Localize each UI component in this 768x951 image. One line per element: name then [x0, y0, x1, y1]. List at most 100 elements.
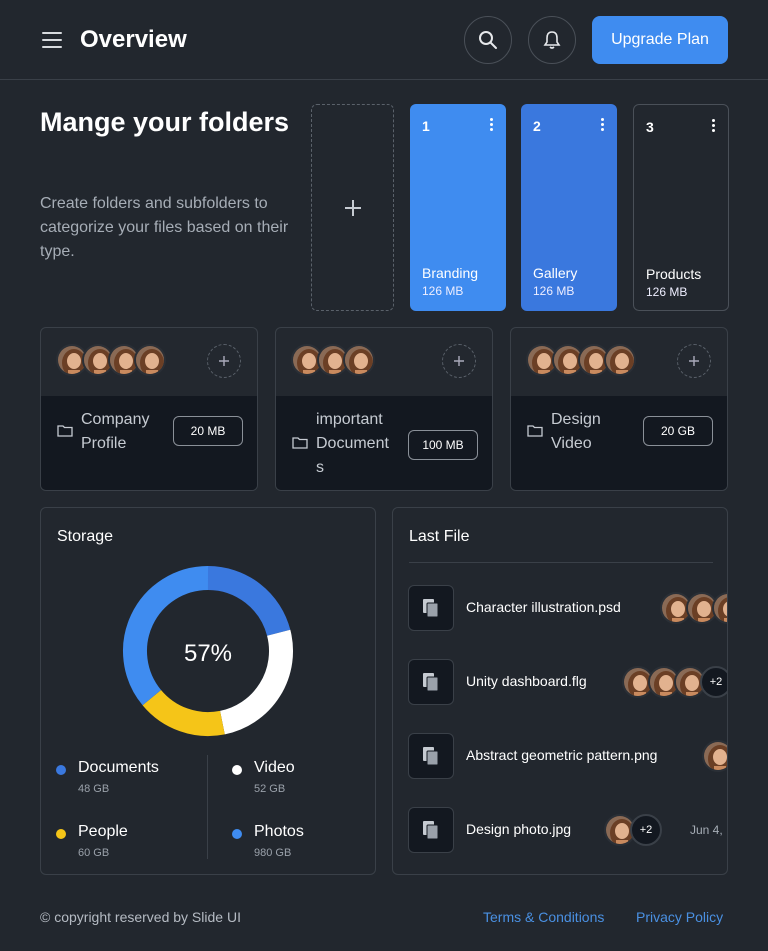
member-avatars	[526, 344, 636, 376]
folder-icon	[292, 437, 308, 449]
file-avatars: +2	[604, 814, 662, 846]
file-row[interactable]: Abstract geometric pattern.png	[408, 733, 727, 779]
group-name: Design Video	[551, 411, 601, 452]
file-row[interactable]: Character illustration.psd	[408, 585, 727, 631]
upgrade-plan-button[interactable]: Upgrade Plan	[592, 16, 728, 64]
legend-dot	[232, 765, 242, 775]
group-card-body: important Documents 100 MB	[276, 396, 492, 490]
plus-icon	[219, 356, 229, 366]
legend-label: People	[78, 823, 128, 840]
folder-icon	[57, 425, 73, 437]
file-icon	[408, 733, 454, 779]
top-bar: Overview Upgrade Plan	[0, 0, 768, 80]
add-member-button[interactable]	[442, 344, 476, 378]
more-options-icon[interactable]	[490, 118, 494, 133]
member-avatars	[291, 344, 375, 376]
folder-size: 126 MB	[646, 285, 688, 299]
donut-segment-documents	[207, 566, 291, 637]
file-name: Character illustration.psd	[466, 599, 621, 615]
search-button[interactable]	[464, 16, 512, 64]
folder-number: 3	[646, 119, 654, 135]
avatar	[134, 344, 166, 376]
legend-label: Photos	[254, 823, 304, 840]
plus-icon	[454, 356, 464, 366]
new-folder-button[interactable]	[311, 104, 394, 311]
folder-name: Branding	[422, 265, 479, 281]
storage-title: Storage	[57, 528, 114, 545]
folder-name: Gallery	[533, 265, 578, 281]
donut-segment-photos	[123, 566, 209, 706]
folders-heading: Mange your folders	[40, 107, 290, 137]
folder-card-branding[interactable]: 1 Branding 126 MB	[410, 104, 506, 311]
legend-size: 52 GB	[254, 783, 286, 795]
group-card-body: Design Video 20 GB	[511, 396, 727, 490]
file-list: Character illustration.psd Unity dashboa…	[392, 507, 727, 874]
legend-size: 980 GB	[254, 847, 292, 859]
group-name: Company Profile	[81, 411, 150, 452]
legend-label: Documents	[78, 759, 159, 776]
legend-dot	[56, 829, 66, 839]
legend-label: Video	[254, 759, 295, 776]
storage-percent: 57%	[183, 640, 233, 667]
terms-link[interactable]: Terms & Conditions	[483, 909, 604, 925]
hamburger-menu-icon[interactable]	[42, 31, 62, 49]
folder-name: Products	[646, 266, 702, 282]
legend-size: 48 GB	[78, 783, 110, 795]
more-options-icon[interactable]	[712, 119, 716, 134]
file-avatars	[702, 740, 727, 772]
more-members-badge[interactable]: +2	[700, 666, 727, 698]
folder-size: 126 MB	[533, 284, 575, 298]
avatar	[343, 344, 375, 376]
group-card-important-documents[interactable]: important Documents 100 MB	[275, 327, 493, 491]
size-badge: 20 GB	[643, 416, 713, 446]
donut-segment-people	[142, 689, 225, 737]
folder-number: 2	[533, 118, 541, 134]
file-avatars: +2	[622, 666, 727, 698]
file-date: Jun 4,	[690, 823, 723, 837]
file-name: Abstract geometric pattern.png	[466, 747, 658, 763]
file-avatars	[660, 592, 727, 624]
folder-icon	[527, 425, 543, 437]
folder-number: 1	[422, 118, 430, 134]
bell-icon	[543, 31, 561, 49]
group-card-body: Company Profile 20 MB	[41, 396, 257, 490]
file-name: Design photo.jpg	[466, 821, 572, 837]
folder-size: 126 MB	[422, 284, 464, 298]
folders-description: Create folders and subfolders to categor…	[40, 195, 289, 260]
legend-documents: Documents 48 GB	[56, 759, 196, 799]
more-members-badge[interactable]: +2	[630, 814, 662, 846]
size-badge: 20 MB	[173, 416, 243, 446]
avatar	[604, 344, 636, 376]
page-title: Overview	[80, 26, 187, 53]
more-options-icon[interactable]	[601, 118, 605, 133]
legend-people: People 60 GB	[56, 823, 196, 863]
group-card-design-video[interactable]: Design Video 20 GB	[510, 327, 728, 491]
legend-divider	[207, 755, 208, 859]
size-badge: 100 MB	[408, 430, 478, 460]
group-card-company-profile[interactable]: Company Profile 20 MB	[40, 327, 258, 491]
folder-card-products[interactable]: 3 Products 126 MB	[633, 104, 729, 311]
legend-video: Video 52 GB	[232, 759, 362, 799]
member-avatars	[56, 344, 166, 376]
file-row[interactable]: Design photo.jpg +2 Jun 4,	[408, 807, 727, 853]
folder-card-gallery[interactable]: 2 Gallery 126 MB	[521, 104, 617, 311]
legend-dot	[232, 829, 242, 839]
plus-icon	[689, 356, 699, 366]
add-member-button[interactable]	[677, 344, 711, 378]
notification-button[interactable]	[528, 16, 576, 64]
privacy-link[interactable]: Privacy Policy	[636, 909, 723, 925]
copyright-text: © copyright reserved by Slide UI	[40, 909, 241, 925]
add-member-button[interactable]	[207, 344, 241, 378]
file-icon	[408, 585, 454, 631]
search-icon	[479, 31, 497, 49]
group-name: important Documents	[316, 411, 389, 476]
legend-size: 60 GB	[78, 847, 110, 859]
file-icon	[408, 659, 454, 705]
file-icon	[408, 807, 454, 853]
avatar	[702, 740, 727, 772]
file-row[interactable]: Unity dashboard.flg +2	[408, 659, 727, 705]
legend-photos: Photos 980 GB	[232, 823, 362, 863]
plus-icon	[344, 199, 361, 216]
file-name: Unity dashboard.flg	[466, 673, 587, 689]
legend-dot	[56, 765, 66, 775]
